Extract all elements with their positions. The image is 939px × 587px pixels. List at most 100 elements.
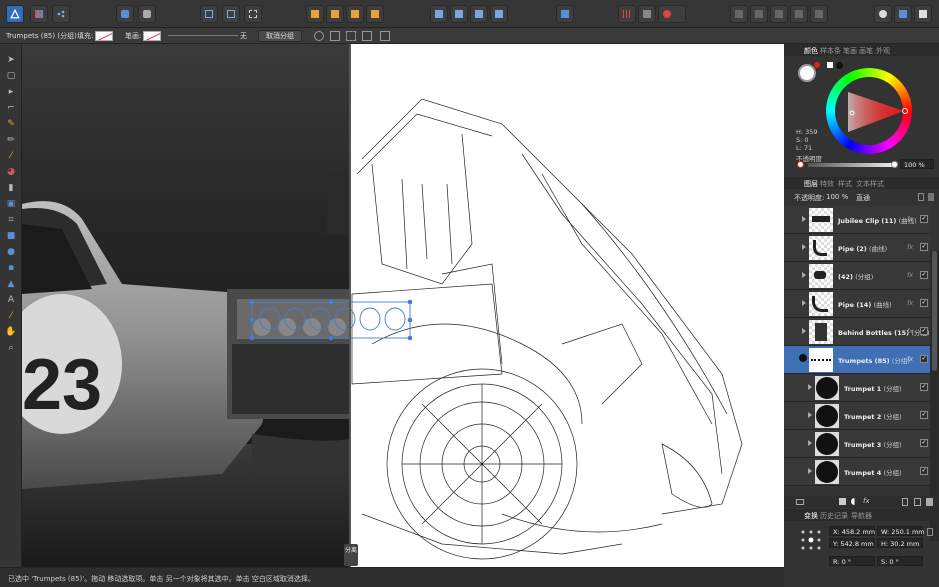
- mask-icon[interactable]: [839, 498, 846, 505]
- tab-text-styles[interactable]: 文本样式: [856, 179, 884, 189]
- text-tool-icon[interactable]: A: [5, 294, 17, 306]
- expand-arrow-icon[interactable]: [802, 328, 806, 334]
- layer-fx-icon[interactable]: fx: [907, 215, 913, 223]
- rounded-rect-tool-icon[interactable]: ▪: [5, 262, 17, 274]
- lock-ratio-icon[interactable]: [927, 528, 933, 536]
- expand-arrow-icon[interactable]: [802, 300, 806, 306]
- boolean-subtract-icon[interactable]: [750, 5, 768, 23]
- place-image-icon[interactable]: ▣: [5, 198, 17, 210]
- pencil-tool-icon[interactable]: ✏: [5, 134, 17, 146]
- tab-history[interactable]: 历史记录: [820, 511, 848, 521]
- align-frame-icon[interactable]: [200, 5, 218, 23]
- split-view-toggle[interactable]: 分离: [344, 544, 358, 566]
- layer-visibility-checkbox[interactable]: ✓: [920, 355, 928, 363]
- align-frame2-icon[interactable]: [222, 5, 240, 23]
- pixel-persona-icon[interactable]: [30, 5, 48, 23]
- tab-color[interactable]: 颜色: [804, 46, 818, 56]
- layer-visibility-checkbox[interactable]: ✓: [920, 215, 928, 223]
- layer-fx-icon[interactable]: fx: [907, 355, 913, 363]
- position-x-field[interactable]: X: 458.2 mm: [829, 526, 875, 536]
- stroke-color-well[interactable]: [814, 62, 820, 68]
- layer-row[interactable]: (42) (分组) fx ✓: [784, 262, 930, 290]
- layer-visibility-checkbox[interactable]: ✓: [920, 383, 928, 391]
- transparency-tool-icon[interactable]: ▮: [5, 182, 17, 194]
- layer-fx-icon[interactable]: fx: [907, 243, 913, 251]
- layer-visibility-checkbox[interactable]: ✓: [920, 439, 928, 447]
- blend-mode-select[interactable]: 直通: [856, 193, 870, 203]
- boolean-add-icon[interactable]: [730, 5, 748, 23]
- chat-icon[interactable]: [874, 5, 892, 23]
- collapse-arrow-icon[interactable]: [799, 354, 807, 362]
- no-color-icon[interactable]: [797, 161, 804, 168]
- tab-layers[interactable]: 图层: [804, 179, 818, 189]
- layer-visibility-checkbox[interactable]: ✓: [920, 271, 928, 279]
- opacity-field[interactable]: 100 %: [900, 159, 934, 169]
- tab-styles[interactable]: 样式: [838, 179, 852, 189]
- rotation-field[interactable]: R: 0 °: [829, 556, 875, 566]
- layer-row[interactable]: Trumpet 3 (分组) ✓: [784, 430, 930, 458]
- layer-visibility-checkbox[interactable]: ✓: [920, 299, 928, 307]
- transform-origin-icon[interactable]: [314, 31, 324, 41]
- snap-toggle-icon[interactable]: [638, 5, 656, 23]
- rectangle-tool-icon[interactable]: ■: [5, 230, 17, 242]
- snap-grid-icon[interactable]: [618, 5, 636, 23]
- expand-arrow-icon[interactable]: [802, 272, 806, 278]
- layer-visibility-checkbox[interactable]: ✓: [920, 411, 928, 419]
- rotate-icon[interactable]: [362, 31, 372, 41]
- layer-row[interactable]: Pipe (14) (曲线) fx ✓: [784, 290, 930, 318]
- expand-arrow-icon[interactable]: [802, 244, 806, 250]
- tab-stroke[interactable]: 笔画: [843, 46, 857, 56]
- selection-box-icon[interactable]: [346, 31, 356, 41]
- layer-row[interactable]: Trumpet 1 (分组) ✓: [784, 374, 930, 402]
- stack-icon[interactable]: [796, 499, 804, 505]
- tab-swatches[interactable]: 样本条: [820, 46, 841, 56]
- layers-list[interactable]: Jubilee Clip (11) (曲线) fx ✓ Pipe (2) (曲线…: [784, 206, 930, 498]
- fill-tool-icon[interactable]: ◕: [5, 166, 17, 178]
- layer-visibility-checkbox[interactable]: ✓: [920, 467, 928, 475]
- boolean-xor-icon[interactable]: [790, 5, 808, 23]
- expand-arrow-icon[interactable]: [808, 468, 812, 474]
- tab-appearance[interactable]: 外观: [876, 46, 890, 56]
- expand-arrow-icon[interactable]: [808, 412, 812, 418]
- node-tool-icon[interactable]: ▸: [5, 86, 17, 98]
- snap-options-icon[interactable]: [658, 5, 686, 23]
- layer-row-selected[interactable]: Trumpets (85) (分组) fx ✓: [784, 346, 930, 374]
- layer-row[interactable]: Trumpet 2 (分组) ✓: [784, 402, 930, 430]
- expand-arrow-icon[interactable]: [808, 384, 812, 390]
- layer-fx-icon[interactable]: fx: [907, 271, 913, 279]
- hand-tool-icon[interactable]: ✋: [5, 326, 17, 338]
- width-field[interactable]: W: 250.1 mm: [877, 526, 925, 536]
- pen-tool-icon[interactable]: ✎: [5, 118, 17, 130]
- stroke-width-slider[interactable]: [168, 35, 238, 36]
- app-logo-icon[interactable]: [6, 5, 24, 23]
- delete-layer-icon[interactable]: [926, 498, 933, 506]
- document-canvas[interactable]: 23 分离: [22, 44, 784, 567]
- snapping-icon[interactable]: [138, 5, 156, 23]
- position-y-field[interactable]: Y: 542.8 mm: [829, 538, 875, 548]
- align-frame3-icon[interactable]: [244, 5, 262, 23]
- ungroup-button[interactable]: 取消分组: [258, 30, 302, 42]
- triangle-tool-icon[interactable]: ▲: [5, 278, 17, 290]
- view-mode-icon[interactable]: [914, 5, 932, 23]
- hue-wheel[interactable]: [826, 68, 912, 154]
- brush-tool-icon[interactable]: ⁄: [5, 150, 17, 162]
- assistant-icon[interactable]: [116, 5, 134, 23]
- navigate-icon[interactable]: [380, 31, 390, 41]
- tab-navigator[interactable]: 导航器: [851, 511, 872, 521]
- layer-lock-all-icon[interactable]: [928, 193, 934, 201]
- layer-fx-icon[interactable]: fx: [907, 299, 913, 307]
- expand-arrow-icon[interactable]: [802, 216, 806, 222]
- flip-vertical-icon[interactable]: [450, 5, 468, 23]
- export-persona-icon[interactable]: [52, 5, 70, 23]
- stroke-swatch[interactable]: [143, 31, 161, 41]
- opacity-slider[interactable]: [808, 163, 894, 167]
- layer-visibility-checkbox[interactable]: ✓: [920, 327, 928, 335]
- layer-row[interactable]: Behind Bottles (15) (分组) fx ✓: [784, 318, 930, 346]
- adjustment-icon[interactable]: [851, 498, 858, 505]
- rotate-left-icon[interactable]: [470, 5, 488, 23]
- layer-visibility-checkbox[interactable]: ✓: [920, 243, 928, 251]
- layer-row[interactable]: Jubilee Clip (11) (曲线) fx ✓: [784, 206, 930, 234]
- artboard-tool-icon[interactable]: ▢: [5, 70, 17, 82]
- expand-arrow-icon[interactable]: [808, 440, 812, 446]
- corner-tool-icon[interactable]: ⌐: [5, 102, 17, 114]
